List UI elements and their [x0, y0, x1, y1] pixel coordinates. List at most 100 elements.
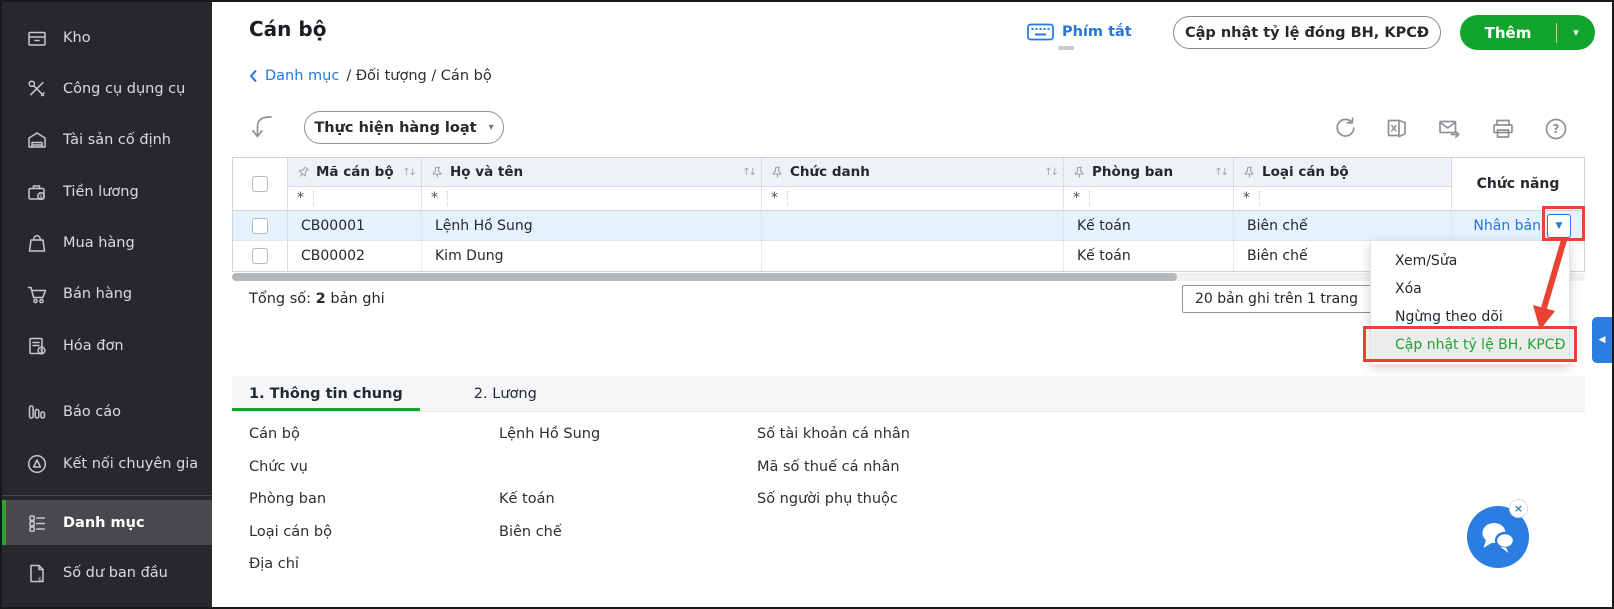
- sort-icon[interactable]: ↑↓: [742, 167, 761, 178]
- table-cell[interactable]: [762, 211, 1064, 241]
- sort-order-icon[interactable]: [248, 113, 275, 141]
- excel-export-icon[interactable]: X: [1384, 116, 1410, 142]
- expert-connect-icon: [27, 454, 47, 474]
- chevron-down-icon[interactable]: ▾: [1557, 26, 1595, 39]
- sidebar-item-label: Mua hàng: [63, 235, 135, 251]
- sidebar-item-ban-hang[interactable]: Bán hàng: [2, 274, 212, 314]
- tab-luong[interactable]: 2. Lương: [457, 376, 554, 411]
- row-checkbox-cell: [233, 211, 288, 241]
- filter-operator[interactable]: *: [288, 191, 314, 206]
- add-button[interactable]: Thêm ▾: [1460, 15, 1595, 50]
- menu-item-update-insurance-rate[interactable]: Cập nhật tỷ lệ BH, KPCĐ: [1371, 331, 1569, 360]
- pin-icon[interactable]: [1073, 166, 1086, 179]
- send-email-icon[interactable]: [1437, 116, 1463, 142]
- menu-item-stop-tracking[interactable]: Ngừng theo dõi: [1371, 303, 1569, 331]
- batch-action-dropdown[interactable]: Thực hiện hàng loạt ▾: [304, 111, 504, 144]
- detail-tabbar: 1. Thông tin chung 2. Lương: [232, 376, 1585, 412]
- duplicate-link[interactable]: Nhân bản: [1473, 218, 1541, 234]
- sidebar-item-danh-muc[interactable]: Danh mục: [2, 500, 212, 545]
- table-cell[interactable]: Lệnh Hồ Sung: [422, 211, 762, 241]
- column-header-chuc-danh[interactable]: Chức danh ↑↓: [762, 158, 1064, 187]
- sidebar-item-mua-hang[interactable]: Mua hàng: [2, 223, 212, 263]
- table-cell[interactable]: Biên chế: [1234, 211, 1452, 241]
- help-icon[interactable]: ?: [1543, 116, 1569, 142]
- select-all-cell: [233, 158, 288, 211]
- filter-cell[interactable]: *: [1064, 187, 1234, 211]
- column-header-ma-can-bo[interactable]: Mã cán bộ ↑↓: [288, 158, 422, 187]
- pin-icon[interactable]: [771, 166, 784, 179]
- menu-item-view-edit[interactable]: Xem/Sửa: [1371, 247, 1569, 275]
- sidebar-item-cong-cu-dung-cu[interactable]: Công cụ dụng cụ: [2, 69, 212, 109]
- shortcut-label: Phím tắt: [1062, 24, 1132, 40]
- category-icon: [29, 514, 46, 532]
- print-icon[interactable]: [1490, 116, 1516, 142]
- sidebar-item-label: Công cụ dụng cụ: [63, 81, 186, 97]
- row-action-dropdown-button[interactable]: ▼: [1547, 213, 1571, 238]
- row-checkbox[interactable]: [252, 248, 268, 264]
- breadcrumb-back-link[interactable]: Danh mục: [265, 68, 339, 84]
- scrollbar-thumb[interactable]: [232, 273, 1177, 281]
- column-header-phong-ban[interactable]: Phòng ban ↑↓: [1064, 158, 1234, 187]
- table-cell[interactable]: CB00002: [288, 241, 422, 271]
- menu-item-delete[interactable]: Xóa: [1371, 275, 1569, 303]
- sidebar-item-bao-cao[interactable]: Báo cáo: [2, 392, 212, 432]
- filter-cell[interactable]: *: [422, 187, 762, 211]
- detail-label: Loại cán bộ: [249, 524, 332, 540]
- sort-icon[interactable]: ↑↓: [1044, 167, 1063, 178]
- table-cell[interactable]: Kế toán: [1064, 211, 1234, 241]
- table-cell[interactable]: Kim Dung: [422, 241, 762, 271]
- sidebar-item-tai-san-co-dinh[interactable]: Tài sản cố định: [2, 120, 212, 160]
- table-cell[interactable]: [762, 241, 1064, 271]
- filter-cell[interactable]: *: [1234, 187, 1452, 211]
- chat-close-button[interactable]: ×: [1509, 499, 1528, 518]
- sidebar-divider: [2, 495, 212, 496]
- total-count: 2: [315, 291, 326, 307]
- column-label: Loại cán bộ: [1262, 164, 1349, 180]
- pin-icon[interactable]: [431, 166, 444, 179]
- detail-label: Mã số thuế cá nhân: [757, 459, 900, 475]
- detail-label: Cán bộ: [249, 426, 300, 442]
- app-window: Kho Công cụ dụng cụ Tài sản cố định $ Ti…: [0, 0, 1614, 609]
- sidebar-item-kho[interactable]: Kho: [2, 18, 212, 58]
- page-size-select[interactable]: 20 bản ghi trên 1 trang: [1182, 285, 1372, 313]
- sidebar-item-label: Danh mục: [63, 514, 145, 531]
- column-header-loai-can-bo[interactable]: Loại cán bộ: [1234, 158, 1452, 187]
- sidebar-item-so-du-ban-dau[interactable]: $ Số dư ban đầu: [2, 553, 212, 593]
- sidebar-item-ket-noi-chuyen-gia[interactable]: Kết nối chuyên gia: [2, 444, 212, 484]
- filter-cell[interactable]: *: [288, 187, 422, 211]
- table-cell[interactable]: Kế toán: [1064, 241, 1234, 271]
- shortcut-button[interactable]: Phím tắt: [1027, 22, 1132, 42]
- right-panel-toggle[interactable]: ◀: [1592, 317, 1612, 363]
- pin-icon[interactable]: [1243, 166, 1256, 179]
- sidebar-item-hoa-don[interactable]: $ Hóa đơn: [2, 326, 212, 366]
- sidebar-item-label: Hóa đơn: [63, 338, 124, 354]
- refresh-icon[interactable]: [1331, 116, 1357, 142]
- report-icon: [28, 405, 46, 419]
- row-checkbox[interactable]: [252, 217, 268, 234]
- sidebar-item-tien-luong[interactable]: $ Tiền lương: [2, 172, 212, 212]
- column-label: Họ và tên: [450, 164, 524, 180]
- pin-icon[interactable]: [297, 166, 310, 179]
- keyboard-icon: [1027, 23, 1054, 41]
- tools-icon: [28, 80, 45, 97]
- filter-operator[interactable]: *: [1064, 191, 1090, 206]
- column-label: Phòng ban: [1092, 164, 1174, 180]
- filter-operator[interactable]: *: [762, 191, 788, 206]
- filter-operator[interactable]: *: [422, 191, 448, 206]
- detail-label: Địa chỉ: [249, 556, 299, 572]
- opening-balance-icon: $: [30, 564, 44, 584]
- total-label: Tổng số:: [249, 291, 312, 307]
- sidebar-item-label: Tiền lương: [63, 184, 139, 200]
- collapse-left-icon: ◀: [1598, 335, 1606, 345]
- filter-cell[interactable]: *: [762, 187, 1064, 211]
- update-insurance-rate-button[interactable]: Cập nhật tỷ lệ đóng BH, KPCĐ: [1173, 16, 1441, 49]
- tab-thong-tin-chung[interactable]: 1. Thông tin chung: [232, 376, 420, 411]
- sort-icon[interactable]: ↑↓: [402, 167, 421, 178]
- sort-icon[interactable]: ↑↓: [1214, 167, 1233, 178]
- add-button-label: Thêm: [1484, 23, 1532, 42]
- table-cell[interactable]: CB00001: [288, 211, 422, 241]
- column-header-ho-va-ten[interactable]: Họ và tên ↑↓: [422, 158, 762, 187]
- batch-action-label: Thực hiện hàng loạt: [314, 119, 477, 136]
- select-all-checkbox[interactable]: [252, 176, 268, 192]
- filter-operator[interactable]: *: [1234, 191, 1260, 206]
